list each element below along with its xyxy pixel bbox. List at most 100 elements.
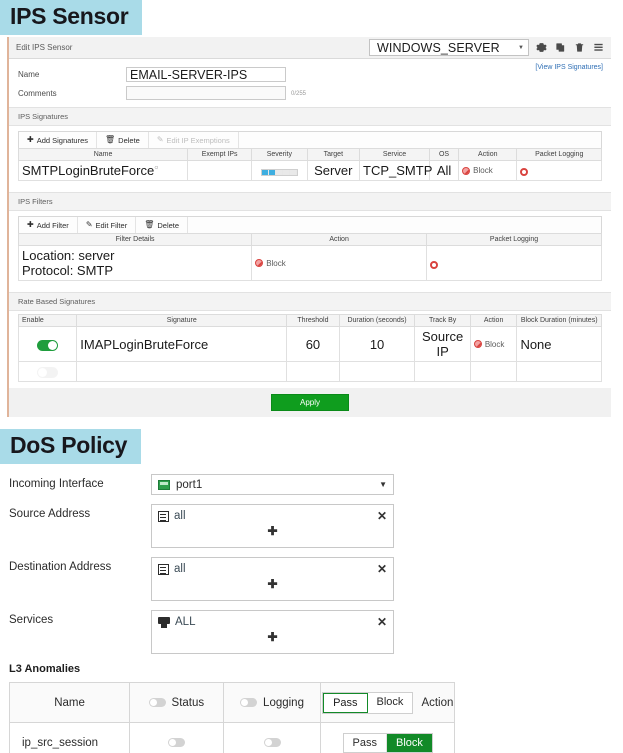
table-row[interactable]: Location: server Protocol: SMTP Block [19,246,602,281]
enable-toggle[interactable] [37,340,58,351]
pass-button[interactable]: Pass [344,734,387,752]
delete-signature-button[interactable]: 🗑 Delete [97,132,149,148]
name-input[interactable]: EMAIL-SERVER-IPS [126,67,286,82]
ips-profile-dropdown[interactable]: WINDOWS_SERVER ▼ [369,39,529,56]
comments-input[interactable] [126,86,286,100]
trash-icon[interactable] [573,41,586,54]
incoming-interface-label: Incoming Interface [9,474,151,490]
cell-action: Block [459,161,517,181]
services-item[interactable]: ALL [158,616,387,628]
master-block-button[interactable]: Block [368,693,413,713]
logging-label: Logging [263,697,304,709]
edit-ip-exemptions-label: Edit IP Exemptions [167,136,230,145]
cell-action: Block [252,246,427,281]
col-exempt-ips: Exempt IPs [188,149,252,161]
table-row[interactable] [19,362,602,382]
logging-master-toggle[interactable] [240,698,257,707]
col-severity: Severity [252,149,307,161]
remove-service-button[interactable]: ✕ [377,615,387,629]
ips-panel-header: Edit IPS Sensor WINDOWS_SERVER ▼ [9,37,611,59]
add-filter-label: Add Filter [37,221,69,230]
source-address-box[interactable]: ✕ all ✚ [151,504,394,548]
cell-enable[interactable] [19,362,77,382]
action-label: Block [473,166,493,175]
incoming-interface-control: port1 ▼ [151,474,394,495]
services-row: Services ✕ ALL ✚ [9,610,623,654]
incoming-interface-dropdown[interactable]: port1 ▼ [151,474,394,495]
edit-filter-label: Edit Filter [96,221,128,230]
apply-bar: Apply [9,388,611,417]
destination-address-item[interactable]: all [158,563,387,575]
edit-filter-button[interactable]: ✎ Edit Filter [78,217,136,233]
enable-toggle[interactable] [37,367,58,378]
ips-panel-header-title: Edit IPS Sensor [16,43,72,52]
ips-signatures-toolbar: ✚ Add Signatures 🗑 Delete ✎ Edit IP Exem… [18,131,602,148]
cell-action[interactable]: Pass Block [321,723,455,753]
pencil-icon: ✎ [86,221,93,229]
table-row[interactable]: ip_src_session Pass Block [10,723,455,753]
logging-toggle[interactable] [264,738,281,747]
status-master-toggle[interactable] [149,698,166,707]
action-label: Block [485,340,505,349]
name-field-row: Name EMAIL-SERVER-IPS [9,65,611,84]
cell-filter-details: Location: server Protocol: SMTP [19,246,252,281]
trash-icon: 🗑 [105,136,115,144]
table-row[interactable]: IMAPLoginBruteForce 60 10 Source IP Bloc… [19,327,602,362]
block-icon [474,340,482,348]
cell-status[interactable] [130,723,223,753]
add-signatures-button[interactable]: ✚ Add Signatures [19,132,97,148]
services-control: ✕ ALL ✚ [151,610,394,654]
ips-panel-header-tools: WINDOWS_SERVER ▼ [369,39,605,56]
ips-sensor-banner-title: IPS Sensor [0,0,142,35]
remove-destination-address-button[interactable]: ✕ [377,562,387,576]
block-icon [462,167,470,175]
delete-filter-button[interactable]: 🗑 Delete [136,217,188,233]
cell-block-duration: None [517,327,602,362]
add-destination-address-button[interactable]: ✚ [158,577,387,591]
add-source-address-button[interactable]: ✚ [158,524,387,538]
cell-service: TCP_SMTP [360,161,430,181]
plus-icon: ✚ [27,221,34,229]
rate-based-signatures-table: Enable Signature Threshold Duration (sec… [18,314,602,382]
cell-logging[interactable] [223,723,321,753]
source-address-item[interactable]: all [158,510,387,522]
ips-profile-dropdown-value: WINDOWS_SERVER [377,41,518,55]
rate-based-signatures-section-title: Rate Based Signatures [9,292,611,311]
destination-address-box[interactable]: ✕ all ✚ [151,557,394,601]
ips-signatures-section: ✚ Add Signatures 🗑 Delete ✎ Edit IP Exem… [9,126,611,187]
view-ips-signatures-link[interactable]: [View IPS Signatures] [535,64,603,71]
block-button[interactable]: Block [387,734,432,752]
services-box[interactable]: ✕ ALL ✚ [151,610,394,654]
trash-icon: 🗑 [144,221,154,229]
ips-filters-toolbar: ✚ Add Filter ✎ Edit Filter 🗑 Delete [18,216,602,233]
add-service-button[interactable]: ✚ [158,630,387,644]
gear-icon[interactable] [535,41,548,54]
master-pass-button[interactable]: Pass [323,693,367,713]
list-icon[interactable] [592,41,605,54]
table-header-row: Name Status Logging Pass Block [10,683,455,723]
table-header-row: Name Exempt IPs Severity Target Service … [19,149,602,161]
status-toggle[interactable] [168,738,185,747]
comments-char-counter: 0/255 [291,86,306,97]
table-row[interactable]: SMTPLoginBruteForce○ Server TCP_SMTP All… [19,161,602,181]
add-filter-button[interactable]: ✚ Add Filter [19,217,78,233]
cell-signature [77,362,287,382]
edit-ip-exemptions-button: ✎ Edit IP Exemptions [149,132,239,148]
master-action-group[interactable]: Pass Block [322,692,413,714]
col-action: Action [252,234,427,246]
cell-duration [339,362,415,382]
service-object-icon [158,617,170,628]
cell-enable[interactable] [19,327,77,362]
action-block-indicator: Block [474,340,514,349]
cell-threshold: 60 [287,327,339,362]
clone-icon[interactable] [554,41,567,54]
col-signature: Signature [77,315,287,327]
remove-source-address-button[interactable]: ✕ [377,509,387,523]
packet-logging-enabled-icon [520,168,528,176]
source-address-value: all [174,510,186,522]
info-icon: ○ [154,165,158,172]
action-group[interactable]: Pass Block [343,733,433,753]
severity-meter [261,169,298,176]
apply-button[interactable]: Apply [271,394,349,411]
source-address-row: Source Address ✕ all ✚ [9,504,623,548]
